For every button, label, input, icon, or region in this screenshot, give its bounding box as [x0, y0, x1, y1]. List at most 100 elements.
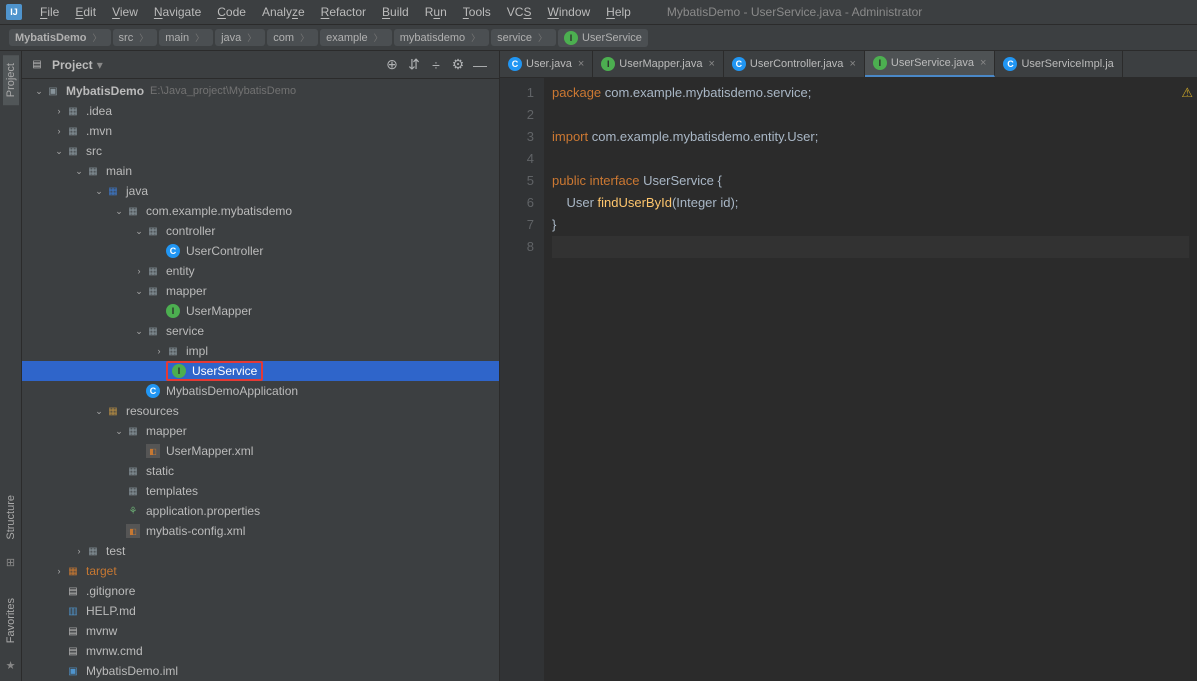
menu-bar: IJ File Edit View Navigate Code Analyze …: [0, 0, 1197, 24]
file-icon: ▤: [66, 644, 80, 658]
project-icon: ▤: [30, 58, 44, 72]
folder-icon: ▦: [66, 104, 80, 118]
menu-navigate[interactable]: Navigate: [146, 0, 209, 24]
tree-gitignore[interactable]: ▤.gitignore: [22, 581, 499, 601]
caret-line: ​: [552, 236, 1189, 258]
menu-refactor[interactable]: Refactor: [313, 0, 374, 24]
tree-resources[interactable]: ▦resources: [22, 401, 499, 421]
menu-run[interactable]: Run: [417, 0, 455, 24]
menu-tools[interactable]: Tools: [455, 0, 499, 24]
project-tree[interactable]: ▣MybatisDemoE:\Java_project\MybatisDemo …: [22, 79, 499, 681]
menu-window[interactable]: Window: [539, 0, 598, 24]
tree-userservice[interactable]: IUserService: [22, 361, 499, 381]
menu-file[interactable]: File: [32, 0, 67, 24]
class-icon: C: [508, 57, 522, 71]
package-icon: ▦: [146, 284, 160, 298]
tree-help[interactable]: ▥HELP.md: [22, 601, 499, 621]
tree-usercontroller[interactable]: CUserController: [22, 241, 499, 261]
crumb-project[interactable]: MybatisDemo〉: [9, 29, 111, 46]
locate-icon[interactable]: ⊕: [381, 54, 403, 76]
tree-mapper2[interactable]: ▦mapper: [22, 421, 499, 441]
tree-mvnw[interactable]: ▤mvnw: [22, 621, 499, 641]
folder-icon: ▦: [86, 544, 100, 558]
tree-idea[interactable]: ▦.idea: [22, 101, 499, 121]
menu-help[interactable]: Help: [598, 0, 639, 24]
collapse-icon[interactable]: ÷: [425, 54, 447, 76]
crumb-com[interactable]: com〉: [267, 29, 318, 46]
tab-userservice[interactable]: IUserService.java×: [865, 51, 996, 77]
class-icon: C: [732, 57, 746, 71]
panel-dropdown-icon[interactable]: ▾: [97, 58, 103, 72]
folder-target-icon: ▦: [66, 564, 80, 578]
project-panel-header: ▤ Project ▾ ⊕ ⇵ ÷ ⚙ —: [22, 51, 499, 79]
tab-user[interactable]: CUser.java×: [500, 51, 593, 77]
crumb-src[interactable]: src〉: [113, 29, 158, 46]
tree-iml[interactable]: ▣MybatisDemo.iml: [22, 661, 499, 681]
xml-icon: ◧: [126, 524, 140, 538]
interface-icon: I: [564, 31, 578, 45]
package-icon: ▦: [146, 264, 160, 278]
menu-build[interactable]: Build: [374, 0, 417, 24]
panel-title[interactable]: Project: [52, 58, 93, 72]
crumb-java[interactable]: java〉: [215, 29, 265, 46]
tree-static[interactable]: ▦static: [22, 461, 499, 481]
window-title: MybatisDemo - UserService.java - Adminis…: [667, 5, 922, 19]
file-icon: ▤: [66, 584, 80, 598]
tree-entity[interactable]: ▦entity: [22, 261, 499, 281]
tree-usermapper[interactable]: IUserMapper: [22, 301, 499, 321]
close-icon[interactable]: ×: [708, 58, 714, 70]
folder-icon: ▣: [46, 84, 60, 98]
tab-usercontroller[interactable]: CUserController.java×: [724, 51, 865, 77]
tree-service[interactable]: ▦service: [22, 321, 499, 341]
line-gutter: 12345678: [500, 78, 544, 681]
folder-icon: ▦: [126, 424, 140, 438]
tree-mapper[interactable]: ▦mapper: [22, 281, 499, 301]
crumb-service[interactable]: service〉: [491, 29, 556, 46]
package-icon: ▦: [166, 344, 180, 358]
menu-analyze[interactable]: Analyze: [254, 0, 313, 24]
tree-mvnwcmd[interactable]: ▤mvnw.cmd: [22, 641, 499, 661]
settings-gear-icon[interactable]: ⚙: [447, 54, 469, 76]
code-body[interactable]: ⚠ package com.example.mybatisdemo.servic…: [544, 78, 1197, 681]
tree-controller[interactable]: ▦controller: [22, 221, 499, 241]
expand-icon[interactable]: ⇵: [403, 54, 425, 76]
code-editor[interactable]: 12345678 ⚠ package com.example.mybatisde…: [500, 78, 1197, 681]
gutter-project-tab[interactable]: Project: [3, 55, 19, 105]
tree-src[interactable]: ▦src: [22, 141, 499, 161]
tab-usermapper[interactable]: IUserMapper.java×: [593, 51, 724, 77]
close-icon[interactable]: ×: [849, 58, 855, 70]
tree-appprops[interactable]: ⚘application.properties: [22, 501, 499, 521]
star-icon: ★: [4, 659, 18, 673]
tree-main[interactable]: ▦main: [22, 161, 499, 181]
close-icon[interactable]: ×: [578, 58, 584, 70]
gutter-structure-tab[interactable]: Structure: [3, 487, 19, 548]
menu-vcs[interactable]: VCS: [499, 0, 540, 24]
close-icon[interactable]: ×: [980, 57, 986, 69]
crumb-mybatisdemo[interactable]: mybatisdemo〉: [394, 29, 489, 46]
tree-test[interactable]: ▦test: [22, 541, 499, 561]
tree-target[interactable]: ▦target: [22, 561, 499, 581]
tree-java[interactable]: ▦java: [22, 181, 499, 201]
tab-userserviceimpl[interactable]: CUserServiceImpl.ja: [995, 51, 1122, 77]
menu-code[interactable]: Code: [209, 0, 254, 24]
crumb-main[interactable]: main〉: [159, 29, 213, 46]
tree-app[interactable]: CMybatisDemoApplication: [22, 381, 499, 401]
tree-templates[interactable]: ▦templates: [22, 481, 499, 501]
gutter-favorites-tab[interactable]: Favorites: [3, 590, 19, 651]
menu-edit[interactable]: Edit: [67, 0, 104, 24]
folder-src-icon: ▦: [106, 184, 120, 198]
menu-view[interactable]: View: [104, 0, 146, 24]
crumb-userservice[interactable]: IUserService: [558, 29, 648, 47]
tree-pkg[interactable]: ▦com.example.mybatisdemo: [22, 201, 499, 221]
tree-mvn[interactable]: ▦.mvn: [22, 121, 499, 141]
folder-icon: ▦: [126, 484, 140, 498]
tree-mybatiscfg[interactable]: ◧mybatis-config.xml: [22, 521, 499, 541]
hide-icon[interactable]: —: [469, 54, 491, 76]
tree-impl[interactable]: ▦impl: [22, 341, 499, 361]
interface-icon: I: [601, 57, 615, 71]
tree-usermapper-xml[interactable]: ◧UserMapper.xml: [22, 441, 499, 461]
tree-root[interactable]: ▣MybatisDemoE:\Java_project\MybatisDemo: [22, 81, 499, 101]
crumb-example[interactable]: example〉: [320, 29, 392, 46]
interface-icon: I: [172, 364, 186, 378]
warning-icon[interactable]: ⚠: [1181, 82, 1193, 104]
